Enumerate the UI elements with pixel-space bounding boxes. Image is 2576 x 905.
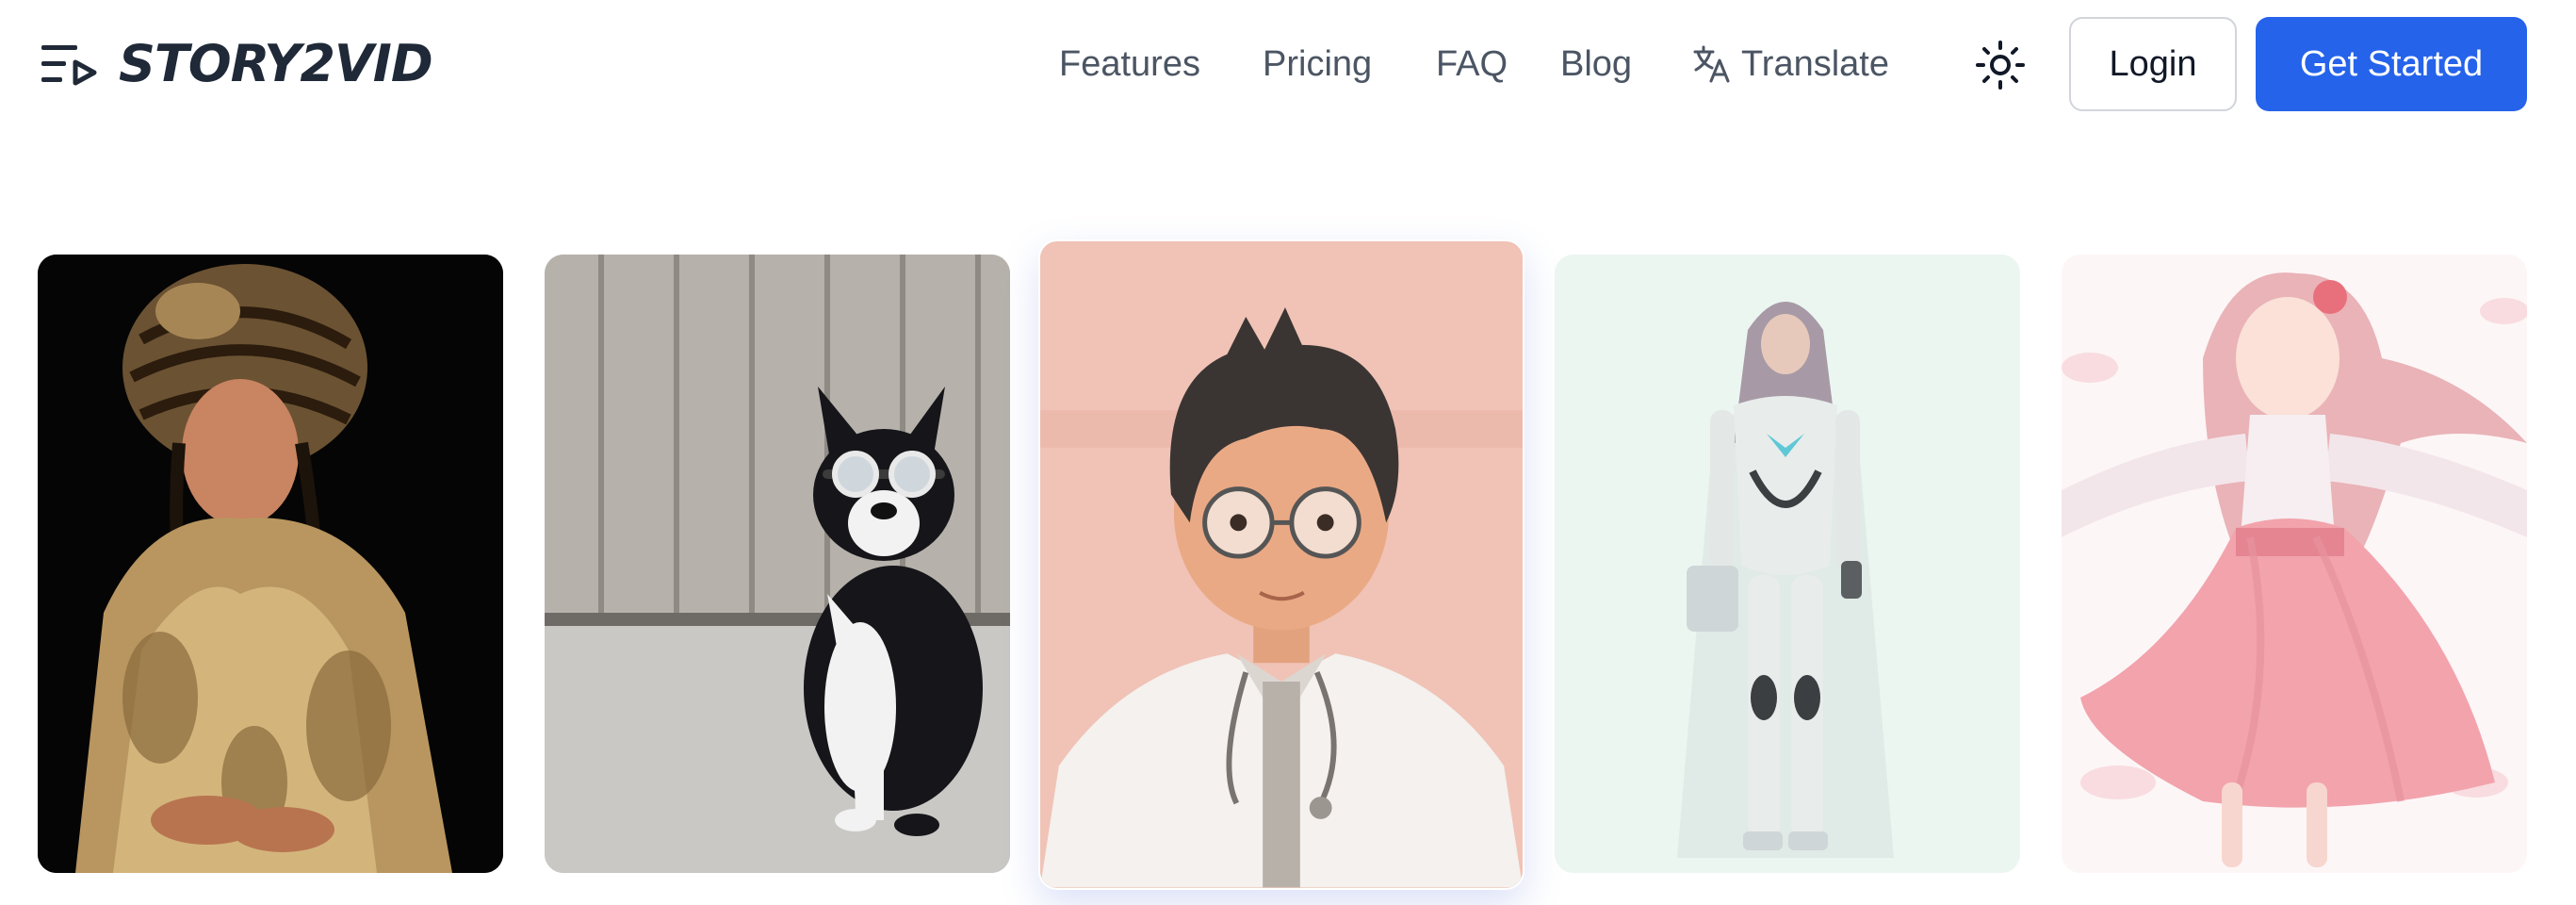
dog-goggles-image: [545, 255, 1010, 873]
site-header: STORY2VID Features Pricing FAQ Blog Tran…: [0, 0, 2576, 128]
site-logo[interactable]: STORY2VID: [119, 28, 433, 100]
cartoon-doctor-card[interactable]: [1038, 239, 1524, 890]
anime-dancer-card[interactable]: [2062, 255, 2527, 873]
anime-dancer-image: [2062, 255, 2527, 873]
nav-faq[interactable]: FAQ: [1436, 36, 1508, 92]
robot-woman-card[interactable]: [1555, 255, 2020, 873]
sun-icon[interactable]: [1975, 40, 2026, 90]
fur-coat-portrait-card[interactable]: [38, 255, 503, 873]
nav-blog[interactable]: Blog: [1560, 36, 1632, 92]
dog-goggles-card[interactable]: [545, 255, 1010, 873]
nav-translate[interactable]: Translate: [1692, 36, 1889, 92]
menu-play-icon[interactable]: [40, 41, 98, 87]
robot-woman-image: [1555, 255, 2020, 873]
cartoon-doctor-image: [1040, 241, 1523, 888]
nav-translate-label: Translate: [1741, 44, 1889, 84]
get-started-button[interactable]: Get Started: [2256, 17, 2527, 111]
login-button[interactable]: Login: [2069, 17, 2237, 111]
showcase-gallery: [0, 226, 2576, 905]
fur-coat-portrait-image: [38, 255, 503, 873]
translate-icon: [1693, 45, 1730, 83]
nav-features[interactable]: Features: [1059, 36, 1200, 92]
nav-pricing[interactable]: Pricing: [1263, 36, 1372, 92]
